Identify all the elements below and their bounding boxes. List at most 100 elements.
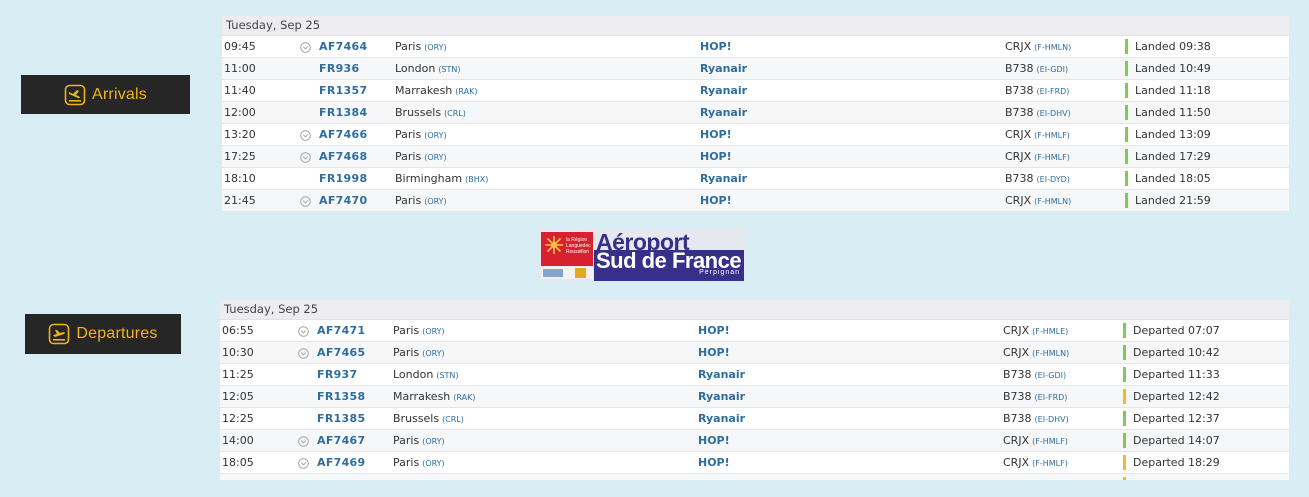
airline-link[interactable]: Ryanair	[700, 80, 747, 101]
flight-row[interactable]: 12:05 FR1358 Marrakesh (RAK) Ryanair B738 (EI-…	[220, 386, 1289, 408]
codeshare-expand-icon[interactable]	[300, 152, 311, 163]
flight-number-link[interactable]: FR1999	[317, 474, 365, 480]
flight-number-link[interactable]: AF7466	[319, 124, 367, 145]
city: Brussels (CRL)	[395, 102, 466, 124]
airline-link[interactable]: Ryanair	[700, 102, 747, 123]
arrivals-badge[interactable]: Arrivals	[21, 75, 190, 114]
airport-code-link[interactable]: (ORY)	[422, 437, 444, 446]
airline-link[interactable]: HOP!	[700, 190, 732, 211]
partner-logo-icon	[543, 269, 563, 277]
flight-status: Departed 07:07	[1133, 324, 1220, 337]
flight-row[interactable]: 11:25 FR937 London (STN) Ryanair B738 (EI-GDI)…	[220, 364, 1289, 386]
airport-code-link[interactable]: (ORY)	[424, 153, 446, 162]
codeshare-expand-icon[interactable]	[298, 436, 309, 447]
airline-link[interactable]: Ryanair	[700, 58, 747, 79]
flight-row[interactable]: 11:40 FR1357 Marrakesh (RAK) Ryanair B738 (EI-…	[222, 80, 1289, 102]
airline-link[interactable]: Ryanair	[698, 364, 745, 385]
status-indicator	[1123, 323, 1126, 338]
flight-number-link[interactable]: FR937	[317, 364, 357, 385]
city: Paris (ORY)	[395, 146, 447, 168]
registration-link[interactable]: (F-HMLN)	[1034, 43, 1071, 52]
airline-link[interactable]: HOP!	[698, 342, 730, 363]
airport-code-link[interactable]: (ORY)	[422, 349, 444, 358]
registration-link[interactable]: (F-HMLF)	[1032, 437, 1068, 446]
flight-number-link[interactable]: AF7467	[317, 430, 365, 451]
flight-row[interactable]: 17:25 AF7468 Paris (ORY) HOP! CRJX (F-HMLF) Lan…	[222, 146, 1289, 168]
airport-code-link[interactable]: (RAK)	[453, 393, 475, 402]
flight-row[interactable]: 12:00 FR1384 Brussels (CRL) Ryanair B738 (EI-D…	[222, 102, 1289, 124]
flight-number-link[interactable]: AF7465	[317, 342, 365, 363]
aircraft-type: B738	[1005, 172, 1034, 185]
flight-number-link[interactable]: FR1385	[317, 408, 365, 429]
flight-row[interactable]: 12:25 FR1385 Brussels (CRL) Ryanair B738 (EI-D…	[220, 408, 1289, 430]
flight-row[interactable]: 18:05 AF7469 Paris (ORY) HOP! CRJX (F-HMLF) Dep…	[220, 452, 1289, 474]
airport-code-link[interactable]: (ORY)	[422, 459, 444, 468]
flight-number-link[interactable]: FR1357	[319, 80, 367, 101]
airport-code-link[interactable]: (ORY)	[424, 197, 446, 206]
airport-code-link[interactable]: (CRL)	[444, 109, 466, 118]
airport-code-link[interactable]: (RAK)	[455, 87, 477, 96]
registration-link[interactable]: (EI-GDI)	[1037, 65, 1069, 74]
flight-number-link[interactable]: FR936	[319, 58, 359, 79]
codeshare-expand-icon[interactable]	[300, 196, 311, 207]
flight-row[interactable]: 18:35 FR1999 Birmingham(BHX) Ryanair B738(EI…	[220, 474, 1289, 480]
city-name: Paris	[393, 324, 420, 337]
registration-link[interactable]: (F-HMLF)	[1034, 153, 1070, 162]
airline-link[interactable]: Ryanair	[698, 474, 745, 480]
airport-code-link[interactable]: (BHX)	[465, 175, 488, 184]
aircraft: CRJX (F-HMLF)	[1003, 452, 1068, 474]
aircraft-type: CRJX	[1003, 434, 1030, 447]
codeshare-expand-icon[interactable]	[300, 130, 311, 141]
flight-number-link[interactable]: FR1998	[319, 168, 367, 189]
flight-number-link[interactable]: AF7470	[319, 190, 367, 211]
flight-row[interactable]: 10:30 AF7465 Paris (ORY) HOP! CRJX (F-HMLN) Dep…	[220, 342, 1289, 364]
registration-link[interactable]: (F-HMLN)	[1034, 197, 1071, 206]
departures-badge[interactable]: Departures	[25, 314, 181, 354]
flight-number-link[interactable]: AF7469	[317, 452, 365, 473]
airline-link[interactable]: Ryanair	[700, 168, 747, 189]
flight-number-link[interactable]: FR1358	[317, 386, 365, 407]
status-indicator	[1123, 477, 1126, 480]
flight-row[interactable]: 11:00 FR936 London (STN) Ryanair B738 (EI-GDI)…	[222, 58, 1289, 80]
flight-number-link[interactable]: FR1384	[319, 102, 367, 123]
aircraft: B738 (EI-GDI)	[1005, 58, 1068, 80]
flight-row[interactable]: 14:00 AF7467 Paris (ORY) HOP! CRJX (F-HMLF) Dep…	[220, 430, 1289, 452]
airport-code-link[interactable]: (ORY)	[424, 131, 446, 140]
flight-number-link[interactable]: AF7468	[319, 146, 367, 167]
airline-link[interactable]: Ryanair	[698, 386, 745, 407]
airline-link[interactable]: HOP!	[700, 36, 732, 57]
registration-link[interactable]: (F-HMLN)	[1032, 349, 1069, 358]
registration-link[interactable]: (F-HMLF)	[1032, 459, 1068, 468]
airline-link[interactable]: HOP!	[698, 430, 730, 451]
registration-link[interactable]: (F-HMLE)	[1032, 327, 1068, 336]
airport-code-link[interactable]: (ORY)	[424, 43, 446, 52]
codeshare-expand-icon[interactable]	[298, 348, 309, 359]
registration-link[interactable]: (EI-FRD)	[1037, 87, 1070, 96]
flight-row[interactable]: 21:45 AF7470 Paris (ORY) HOP! CRJX (F-HMLN) Lan…	[222, 190, 1289, 212]
registration-link[interactable]: (F-HMLF)	[1034, 131, 1070, 140]
flight-row[interactable]: 13:20 AF7466 Paris (ORY) HOP! CRJX (F-HMLF) Lan…	[222, 124, 1289, 146]
airport-code-link[interactable]: (STN)	[438, 65, 460, 74]
registration-link[interactable]: (EI-FRD)	[1035, 393, 1068, 402]
flight-row[interactable]: 09:45 AF7464 Paris (ORY) HOP! CRJX (F-HMLN) Lan…	[222, 36, 1289, 58]
flight-number-link[interactable]: AF7464	[319, 36, 367, 57]
airline-link[interactable]: HOP!	[700, 124, 732, 145]
airport-code-link[interactable]: (CRL)	[442, 415, 464, 424]
airline-link[interactable]: HOP!	[700, 146, 732, 167]
registration-link[interactable]: (EI-DYD)	[1037, 175, 1070, 184]
flight-row[interactable]: 06:55 AF7471 Paris (ORY) HOP! CRJX (F-HMLE) Dep…	[220, 320, 1289, 342]
codeshare-expand-icon[interactable]	[298, 326, 309, 337]
airline-link[interactable]: HOP!	[698, 320, 730, 341]
registration-link[interactable]: (EI-DHV)	[1035, 415, 1069, 424]
codeshare-expand-icon[interactable]	[298, 458, 309, 469]
airline-link[interactable]: Ryanair	[698, 408, 745, 429]
flight-row[interactable]: 18:10 FR1998 Birmingham (BHX) Ryanair B738 (EI…	[222, 168, 1289, 190]
registration-link[interactable]: (EI-GDI)	[1035, 371, 1067, 380]
airport-code-link[interactable]: (ORY)	[422, 327, 444, 336]
flight-number-link[interactable]: AF7471	[317, 320, 365, 341]
aircraft-type: B738	[1005, 106, 1034, 119]
airport-code-link[interactable]: (STN)	[436, 371, 458, 380]
registration-link[interactable]: (EI-DHV)	[1037, 109, 1071, 118]
airline-link[interactable]: HOP!	[698, 452, 730, 473]
codeshare-expand-icon[interactable]	[300, 42, 311, 53]
